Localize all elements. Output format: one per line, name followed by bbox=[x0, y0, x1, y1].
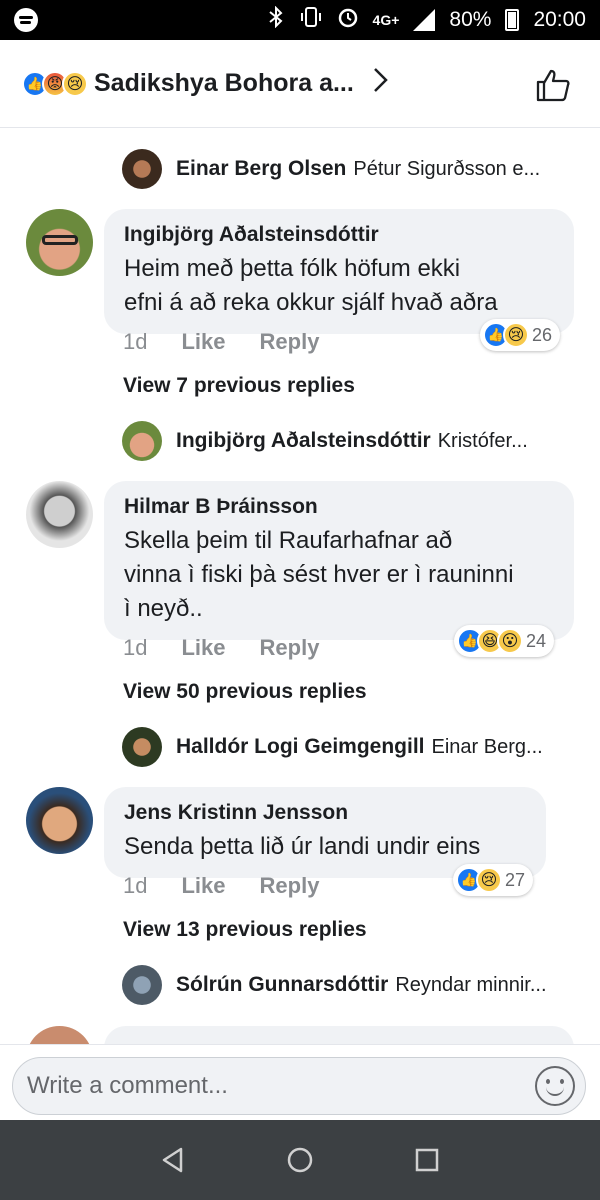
reactors-summary: Sadikshya Bohora a... bbox=[94, 69, 354, 97]
reply-author[interactable]: Halldór Logi Geimgengill bbox=[176, 735, 425, 759]
sad-reaction-icon: 😢 bbox=[503, 322, 529, 348]
comment-actions: 1d Like Reply bbox=[123, 635, 319, 661]
comment-text: Skella þeim til Raufarhafnar að vinna ì … bbox=[124, 524, 554, 626]
home-icon[interactable] bbox=[280, 1140, 320, 1180]
comment-bubble[interactable]: Ingibjörg Aðalsteinsdóttir Heim með þett… bbox=[104, 209, 574, 334]
comment-text: Heim með þetta fólk höfum ekki efni á að… bbox=[124, 252, 554, 320]
avatar[interactable] bbox=[122, 421, 162, 461]
thumbs-up-icon[interactable] bbox=[534, 66, 572, 104]
avatar[interactable] bbox=[122, 149, 162, 189]
network-label: 4G+ bbox=[372, 12, 400, 28]
battery-charging-icon bbox=[505, 9, 520, 31]
status-bar: 4G+ 80% 20:00 bbox=[0, 0, 600, 40]
comment-author[interactable]: Ingibjörg Aðalsteinsdóttir bbox=[124, 221, 554, 249]
like-button[interactable]: Like bbox=[181, 635, 225, 661]
reply-preview[interactable]: Halldór Logi Geimgengill Einar Berg... bbox=[122, 726, 562, 768]
comments-sheet: 👍 😡 😢 Sadikshya Bohora a... Einar Berg O… bbox=[0, 40, 600, 1120]
reply-author[interactable]: Ingibjörg Aðalsteinsdóttir bbox=[176, 429, 431, 453]
comment-time: 1d bbox=[123, 635, 148, 660]
clock: 20:00 bbox=[533, 8, 586, 31]
avatar[interactable] bbox=[26, 787, 93, 854]
comment-input[interactable] bbox=[27, 1072, 535, 1100]
emoji-icon[interactable] bbox=[535, 1066, 575, 1106]
system-nav-bar bbox=[0, 1120, 600, 1200]
comment-composer[interactable] bbox=[12, 1057, 586, 1115]
comment-actions: 1d Like Reply bbox=[123, 873, 319, 899]
comment-author[interactable]: Hilmar B Þráinsson bbox=[124, 493, 554, 521]
avatar[interactable] bbox=[26, 481, 93, 548]
comment-line: Senda þetta lið úr landi undir eins bbox=[124, 833, 481, 860]
battery-percent: 80% bbox=[449, 8, 492, 31]
bluetooth-icon bbox=[267, 5, 285, 34]
reply-button[interactable]: Reply bbox=[260, 873, 320, 899]
reply-author[interactable]: Sólrún Gunnarsdóttir bbox=[176, 973, 388, 997]
reply-snippet: Einar Berg... bbox=[431, 735, 543, 758]
view-previous-replies[interactable]: View 13 previous replies bbox=[123, 918, 367, 942]
back-icon[interactable] bbox=[153, 1140, 193, 1180]
spotify-icon bbox=[14, 8, 38, 32]
view-previous-replies[interactable]: View 7 previous replies bbox=[123, 374, 355, 398]
reply-preview[interactable]: Sólrún Gunnarsdóttir Reyndar minnir... bbox=[122, 964, 562, 1006]
reply-preview[interactable]: Einar Berg Olsen Pétur Sigurðsson e... bbox=[122, 148, 562, 190]
alarm-icon bbox=[337, 6, 359, 34]
chevron-right-icon[interactable] bbox=[372, 66, 390, 102]
reply-snippet: Reyndar minnir... bbox=[395, 973, 547, 996]
composer-bar bbox=[0, 1044, 600, 1120]
comment-text: Senda þetta lið úr landi undir eins bbox=[124, 830, 526, 864]
comment-line: Heim með þetta fólk höfum ekki bbox=[124, 255, 461, 282]
like-button[interactable]: Like bbox=[181, 329, 225, 355]
comment-actions: 1d Like Reply bbox=[123, 329, 319, 355]
recents-icon[interactable] bbox=[407, 1140, 447, 1180]
avatar[interactable] bbox=[26, 209, 93, 276]
reply-button[interactable]: Reply bbox=[260, 329, 320, 355]
reaction-count: 27 bbox=[505, 869, 526, 890]
avatar[interactable] bbox=[122, 727, 162, 767]
like-button[interactable]: Like bbox=[181, 873, 225, 899]
sad-reaction-icon: 😢 bbox=[62, 70, 88, 97]
comment-time: 1d bbox=[123, 873, 148, 898]
reply-snippet: Kristófer... bbox=[437, 429, 528, 452]
reply-author[interactable]: Einar Berg Olsen bbox=[176, 157, 346, 181]
header-reaction-stack: 👍 😡 😢 bbox=[22, 70, 88, 97]
comment-line: Skella þeim til Raufarhafnar að bbox=[124, 527, 453, 554]
reaction-summary[interactable]: 👍 😢 26 bbox=[480, 319, 561, 351]
reaction-summary[interactable]: 👍 😢 27 bbox=[453, 864, 534, 896]
avatar[interactable] bbox=[122, 965, 162, 1005]
comment-time: 1d bbox=[123, 329, 148, 354]
signal-icon bbox=[413, 9, 436, 31]
reply-button[interactable]: Reply bbox=[260, 635, 320, 661]
reaction-summary[interactable]: 👍 😆 😮 24 bbox=[454, 625, 555, 657]
reply-snippet: Pétur Sigurðsson e... bbox=[353, 157, 541, 180]
reaction-count: 26 bbox=[532, 324, 553, 345]
reaction-count: 24 bbox=[526, 630, 547, 651]
comment-line: efni á að reka okkur sjálf hvað aðra bbox=[124, 289, 498, 316]
comment-bubble[interactable]: Hilmar B Þráinsson Skella þeim til Raufa… bbox=[104, 481, 574, 640]
view-previous-replies[interactable]: View 50 previous replies bbox=[123, 680, 367, 704]
comment-author[interactable]: Jens Kristinn Jensson bbox=[124, 799, 526, 827]
wow-reaction-icon: 😮 bbox=[497, 628, 523, 654]
sad-reaction-icon: 😢 bbox=[476, 867, 502, 893]
vibrate-icon bbox=[299, 6, 323, 34]
reply-preview[interactable]: Ingibjörg Aðalsteinsdóttir Kristófer... bbox=[122, 420, 562, 462]
comment-line: ì neyð.. bbox=[124, 595, 203, 622]
comment-line: vinna ì fiski þà sést hver er ì rauninni bbox=[124, 561, 514, 588]
reactions-header[interactable]: 👍 😡 😢 Sadikshya Bohora a... bbox=[0, 40, 600, 128]
